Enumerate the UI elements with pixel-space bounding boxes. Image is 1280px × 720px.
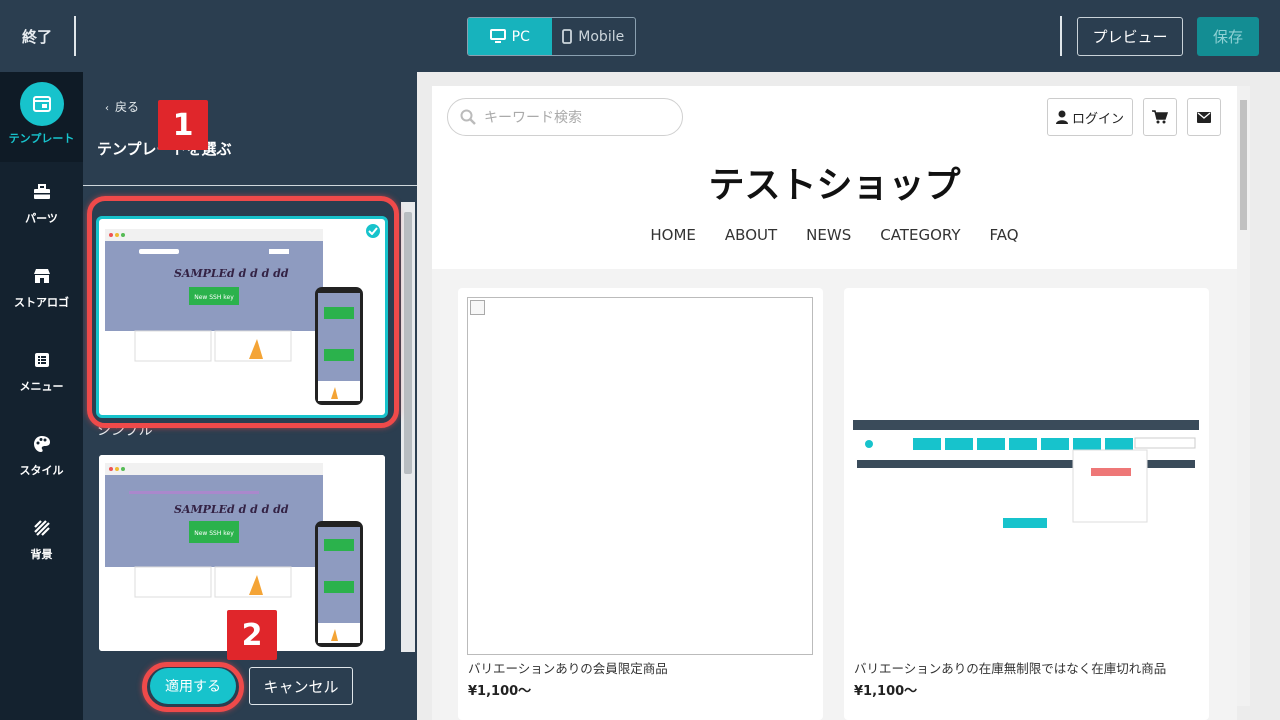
nav-label: テンプレート [8,132,75,145]
shop-nav-home[interactable]: HOME [650,226,696,244]
search-input[interactable]: キーワード検索 [447,98,683,136]
shop-nav-news[interactable]: NEWS [806,226,851,244]
shop-nav: HOME ABOUT NEWS CATEGORY FAQ [432,226,1237,244]
mail-icon [1197,111,1211,123]
scroll-thumb[interactable] [404,212,412,474]
svg-text:New SSH key: New SSH key [194,530,234,537]
shop-nav-category[interactable]: CATEGORY [880,226,960,244]
shop-preview: キーワード検索 ログイン テストショップ HOME ABOUT NEWS CAT… [432,86,1237,720]
chevron-left-icon: ‹ [105,103,109,114]
back-label: 戻る [115,100,140,114]
broken-image-icon [470,300,485,315]
toolbox-icon [33,184,50,199]
store-icon [33,269,50,283]
template-icon [19,82,64,126]
svg-text:SAMPLEd d d d dd: SAMPLEd d d d dd [174,503,289,516]
top-bar: 終了 PC Mobile プレビュー 保存 [0,0,1280,72]
save-button[interactable]: 保存 [1197,17,1259,56]
pc-label: PC [511,28,530,45]
nav-item-template[interactable]: テンプレート [0,72,83,156]
search-icon [460,109,476,125]
shop-header: キーワード検索 ログイン テストショップ HOME ABOUT NEWS CAT… [432,86,1237,269]
desktop-icon [489,29,506,43]
nav-filler [0,582,83,720]
preview-button[interactable]: プレビュー [1077,17,1183,56]
product-image [853,418,1199,538]
highlight-apply [142,662,244,712]
nav-item-background[interactable]: 背景 [0,498,83,582]
mobile-label: Mobile [578,28,625,45]
login-label: ログイン [1071,111,1124,127]
shop-title: テストショップ [708,165,961,206]
product-card[interactable]: バリエーションありの会員限定商品 ¥1,100〜 [458,288,823,720]
divider [74,16,76,56]
login-button[interactable]: ログイン [1047,98,1133,136]
mail-button[interactable] [1187,98,1221,136]
nav-label: スタイル [19,464,64,477]
product-name: バリエーションありの会員限定商品 [468,661,668,676]
phone-icon [562,29,573,44]
nav-item-menu[interactable]: メニュー [0,330,83,414]
product-card[interactable]: バリエーションありの在庫無制限ではなく在庫切れ商品 ¥1,100〜 [844,288,1209,720]
divider [83,185,417,186]
highlight-template [87,196,399,428]
product-name: バリエーションありの在庫無制限ではなく在庫切れ商品 [854,661,1167,676]
nav-item-style[interactable]: スタイル [0,414,83,498]
cancel-button[interactable]: キャンセル [249,667,353,705]
divider [1060,16,1062,56]
stripes-icon [33,520,50,536]
cart-button[interactable] [1143,98,1177,136]
scroll-thumb[interactable] [1240,100,1247,230]
product-price: ¥1,100〜 [468,684,532,699]
mobile-button[interactable]: Mobile [552,18,636,55]
list-icon [34,353,49,367]
side-nav: テンプレート パーツ ストアロゴ メニュー スタイル 背景 [0,72,83,720]
nav-item-store-logo[interactable]: ストアロゴ [0,246,83,330]
search-placeholder: キーワード検索 [484,110,582,126]
product-image [467,297,813,655]
shop-nav-faq[interactable]: FAQ [990,226,1019,244]
panel-scrollbar[interactable] [401,202,415,652]
device-toggle: PC Mobile [467,17,636,56]
shop-nav-about[interactable]: ABOUT [725,226,777,244]
pc-button[interactable]: PC [468,18,552,55]
step-badge: 1 [158,100,208,150]
exit-button[interactable]: 終了 [22,26,52,47]
nav-label: 背景 [30,548,53,561]
nav-label: メニュー [19,380,64,393]
nav-label: パーツ [25,212,58,225]
nav-item-parts[interactable]: パーツ [0,162,83,246]
product-price: ¥1,100〜 [854,684,918,699]
back-link[interactable]: ‹ 戻る [105,98,139,115]
palette-icon [33,436,50,452]
cart-icon [1152,110,1168,124]
nav-label: ストアロゴ [14,296,69,309]
user-icon [1055,110,1068,124]
preview-scrollbar[interactable] [1237,86,1250,706]
step-badge: 2 [227,610,277,660]
